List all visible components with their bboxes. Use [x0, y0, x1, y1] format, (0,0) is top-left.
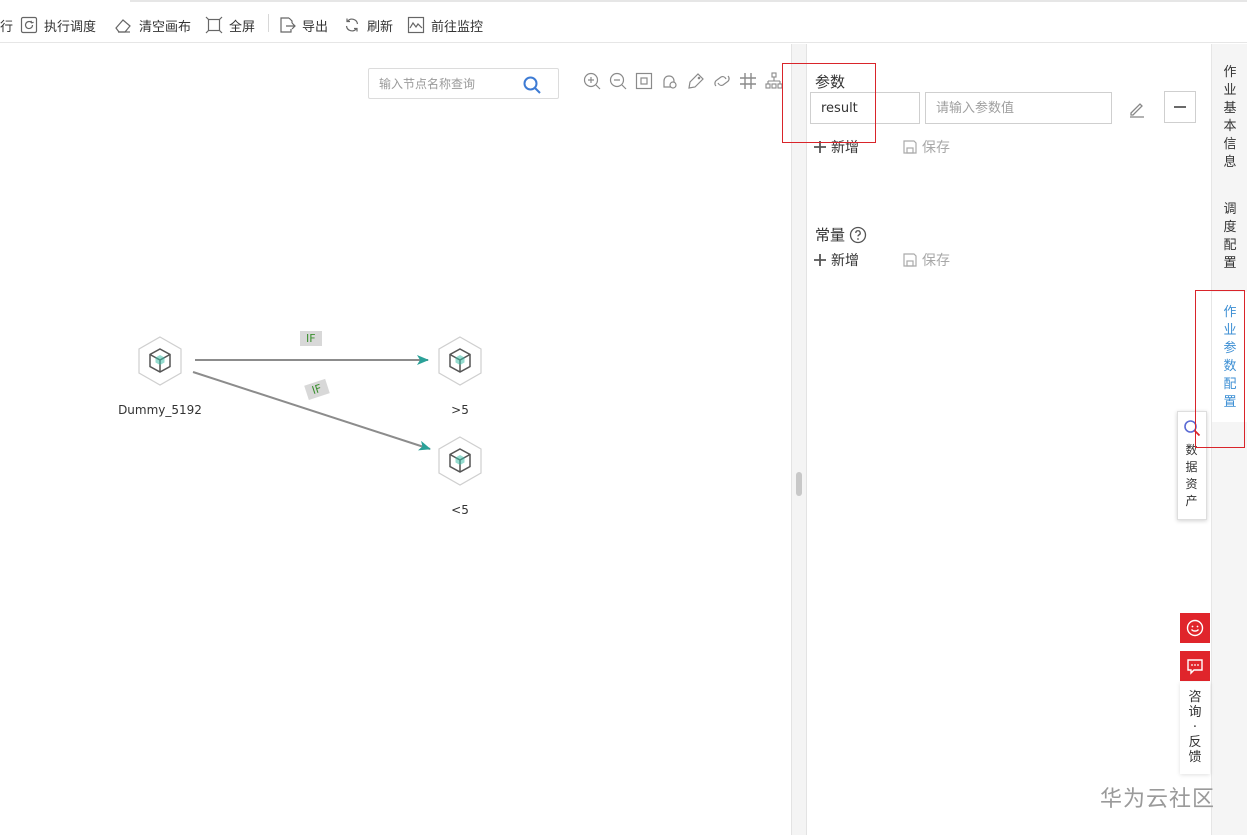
splitter-grip[interactable]	[796, 472, 802, 496]
node-label: Dummy_5192	[118, 403, 202, 417]
pencil-icon	[1130, 103, 1144, 118]
execute-schedule-label: 执行调度	[44, 19, 97, 35]
smiley-feedback-button[interactable]	[1180, 613, 1210, 643]
constants-title-label: 常量	[815, 226, 846, 244]
fullscreen-button[interactable]: 全屏	[205, 14, 255, 36]
job-params-panel: 参数 新增 保存 常量 新增 保存	[807, 44, 1211, 835]
tab-job-basic-info[interactable]: 作业基本信息	[1212, 64, 1247, 170]
dummy-node-icon	[438, 336, 482, 386]
export-button[interactable]: 导出	[278, 14, 328, 36]
clear-canvas-label: 清空画布	[139, 19, 192, 35]
param-value-input[interactable]	[925, 92, 1112, 124]
add-constant-button[interactable]: 新增	[813, 250, 859, 270]
dummy-node-icon	[138, 336, 182, 386]
refresh-label: 刷新	[367, 19, 394, 35]
export-icon	[280, 17, 296, 33]
tab-label: 作业基本信息	[1223, 65, 1237, 170]
goto-monitor-label: 前往监控	[431, 19, 484, 35]
workflow-node-dummy[interactable]	[135, 335, 185, 387]
edit-param-button[interactable]	[1125, 97, 1149, 121]
eraser-icon	[115, 19, 131, 33]
constants-section-title: 常量	[815, 224, 867, 245]
smiley-icon	[1186, 619, 1204, 637]
toolbar: 行 执行调度 清空画布 全屏 导出 刷新 前往监控	[0, 0, 1247, 43]
fullscreen-icon	[205, 16, 223, 34]
goto-monitor-button[interactable]: 前往监控	[407, 14, 483, 36]
save-params-button[interactable]: 保存	[902, 137, 950, 157]
add-constant-label: 新增	[831, 253, 859, 269]
save-constants-button[interactable]: 保存	[902, 250, 950, 270]
toolbar-divider	[268, 14, 269, 32]
highlight-frame	[782, 63, 876, 143]
save-constants-label: 保存	[922, 253, 950, 269]
minus-icon	[1174, 106, 1186, 108]
plus-icon	[814, 254, 826, 266]
edges-layer	[192, 355, 431, 451]
dummy-node-icon	[438, 436, 482, 486]
save-icon	[903, 253, 917, 267]
tab-strip-border	[130, 0, 1247, 2]
consult-feedback-button[interactable]: 咨询·反馈	[1180, 682, 1210, 774]
remove-param-button[interactable]	[1164, 91, 1196, 123]
watermark: 华为云社区	[1100, 787, 1216, 812]
node-label: >5	[451, 403, 469, 417]
execute-schedule-button[interactable]: 执行调度	[20, 14, 96, 36]
fullscreen-label: 全屏	[229, 19, 256, 35]
data-assets-label: 数据资产	[1185, 443, 1198, 508]
refresh-button[interactable]: 刷新	[343, 14, 393, 36]
node-label: <5	[451, 503, 469, 517]
consult-feedback-label: 咨询·反馈	[1188, 690, 1202, 765]
monitor-icon	[407, 16, 425, 34]
chat-icon	[1187, 659, 1203, 675]
toolbar-partial-label: 行	[0, 19, 14, 35]
edge-label-if[interactable]: IF	[300, 331, 322, 346]
workflow-node-gt5[interactable]	[435, 335, 485, 387]
help-icon[interactable]	[849, 226, 867, 244]
save-params-label: 保存	[922, 140, 950, 156]
toolbar-partial-item[interactable]: 行	[0, 14, 13, 36]
workflow-node-lt5[interactable]	[435, 435, 485, 487]
refresh-icon	[345, 18, 359, 32]
workflow-canvas[interactable]: IF IF Dummy_5192 >5 <5	[0, 44, 791, 835]
tab-label: 调度配置	[1223, 202, 1237, 271]
execute-schedule-icon	[20, 16, 38, 34]
chat-feedback-button[interactable]	[1180, 651, 1210, 681]
tab-schedule-config[interactable]: 调度配置	[1212, 201, 1247, 281]
clear-canvas-button[interactable]: 清空画布	[113, 14, 191, 36]
save-icon	[903, 140, 917, 154]
panel-splitter[interactable]	[791, 44, 807, 835]
export-label: 导出	[302, 19, 329, 35]
highlight-frame	[1195, 290, 1245, 448]
